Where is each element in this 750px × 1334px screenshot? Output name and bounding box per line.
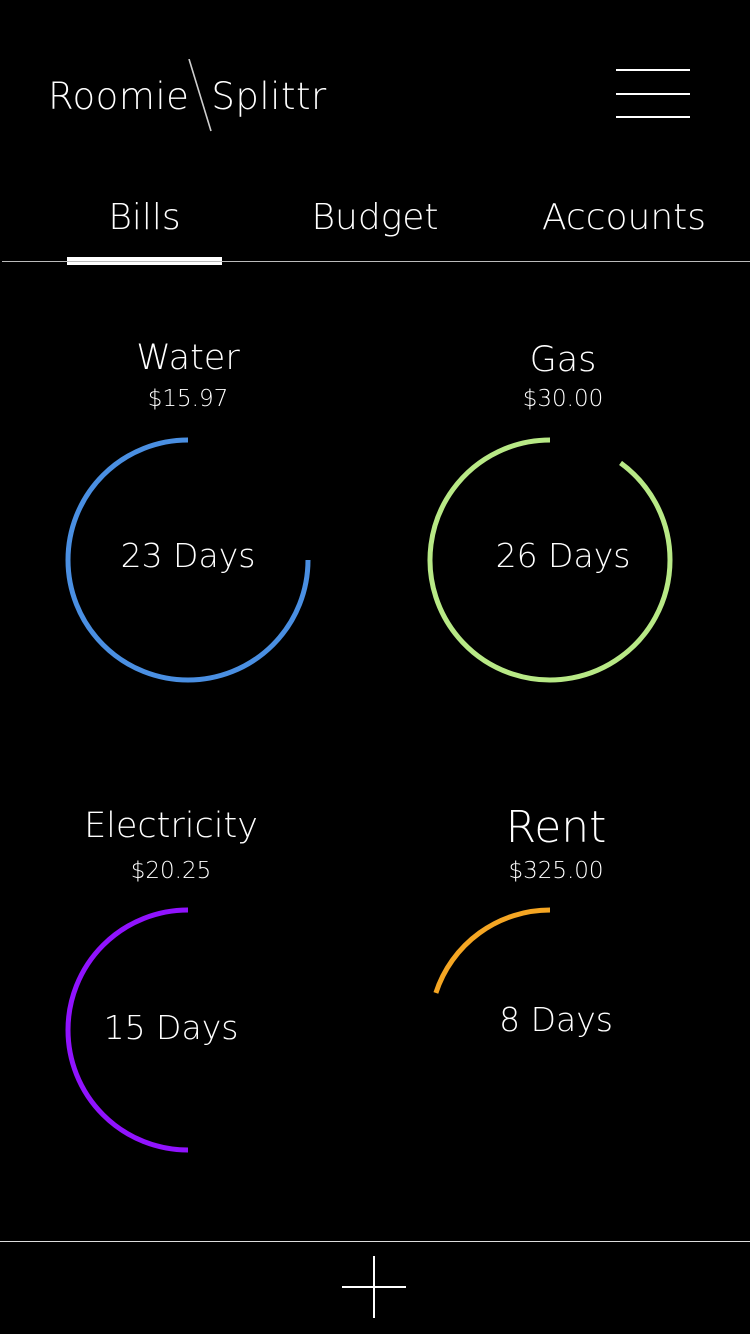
bill-days-remaining: 26 Days (495, 536, 631, 575)
bill-name: Rent (505, 802, 607, 853)
app-screen: Roomie Splittr Bills Budget Accounts Wat… (0, 0, 750, 1334)
logo-slash-icon (187, 59, 213, 133)
bill-name: Water (136, 338, 240, 378)
bill-days-remaining: 23 Days (120, 536, 256, 575)
bill-amount: $20.25 (130, 858, 212, 884)
bill-name: Gas (529, 340, 597, 380)
bill-card-gas[interactable]: Gas $30.00 26 Days (393, 340, 733, 720)
menu-bar-bottom (616, 116, 690, 118)
menu-bar-top (616, 69, 690, 71)
tab-accounts[interactable]: Accounts (538, 190, 710, 250)
hamburger-menu-icon[interactable] (614, 66, 692, 122)
plus-icon (342, 1256, 406, 1318)
menu-bar-middle (616, 93, 690, 95)
bill-amount: $325.00 (508, 858, 604, 884)
bill-days-remaining: 8 Days (499, 1000, 613, 1039)
tabs-divider (2, 261, 750, 262)
bill-progress-arc (433, 907, 551, 994)
bill-amount: $15.97 (147, 386, 229, 412)
logo-text-left: Roomie (48, 74, 190, 118)
bill-card-rent[interactable]: Rent $325.00 8 Days (386, 802, 726, 1182)
bill-card-electricity[interactable]: Electricity $20.25 15 Days (1, 806, 341, 1186)
logo-text-right: Splittr (211, 74, 327, 118)
bottom-divider (0, 1241, 750, 1242)
bill-days-remaining: 15 Days (103, 1008, 239, 1047)
bill-card-water[interactable]: Water $15.97 23 Days (18, 338, 358, 718)
app-logo: Roomie Splittr (48, 59, 327, 133)
tab-bills[interactable]: Bills (67, 190, 222, 250)
tab-bar: Bills Budget Accounts (0, 190, 750, 262)
tab-budget[interactable]: Budget (300, 190, 450, 250)
bill-amount: $30.00 (522, 386, 604, 412)
add-bill-button[interactable] (340, 1254, 408, 1320)
bill-name: Electricity (84, 806, 258, 846)
